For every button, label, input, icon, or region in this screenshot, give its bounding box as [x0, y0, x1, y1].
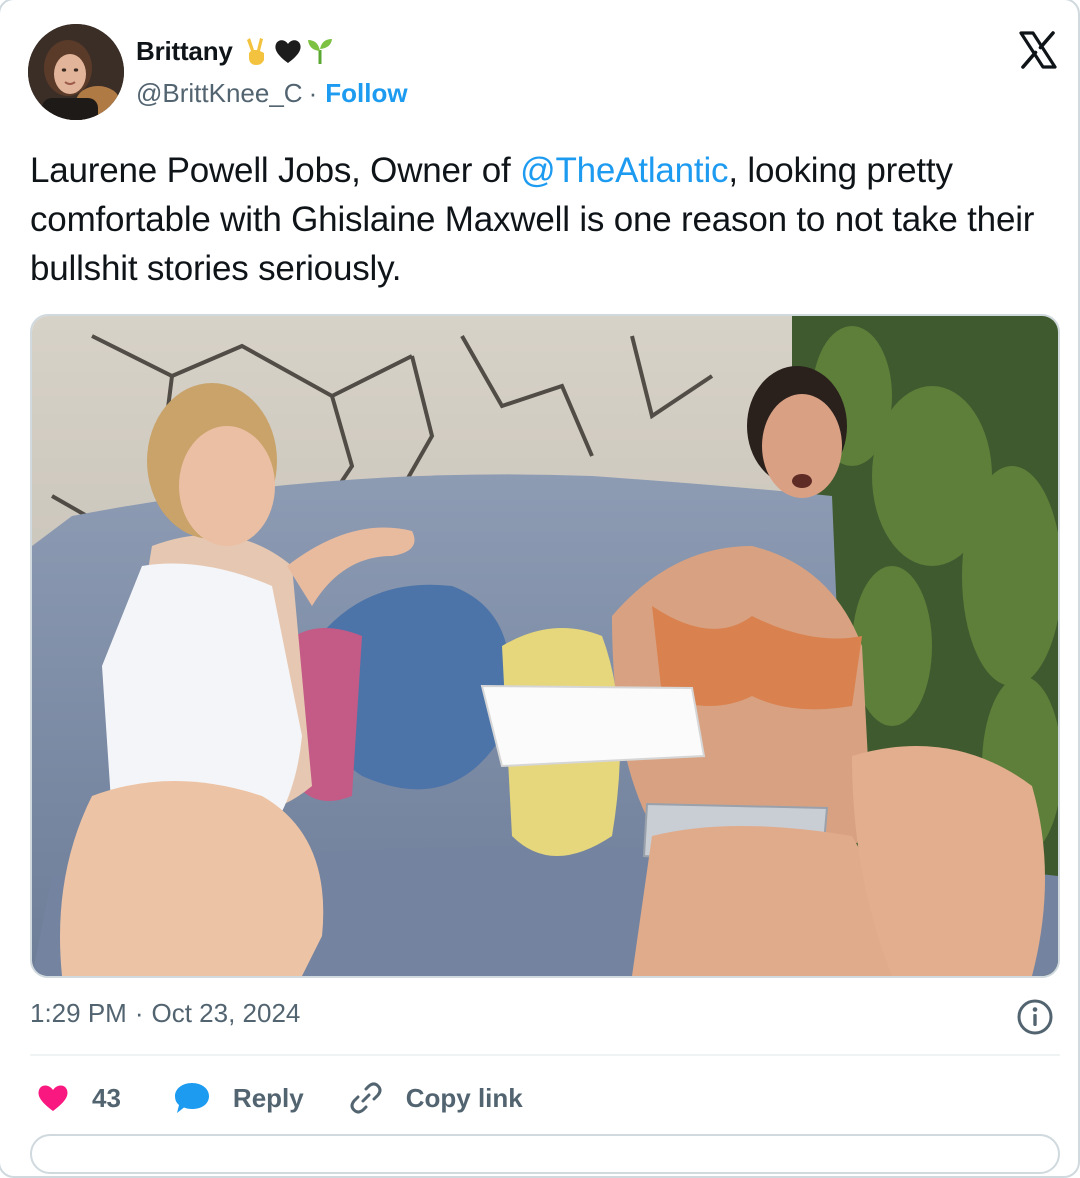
author-handle[interactable]: @BrittKnee_C: [136, 78, 303, 109]
reply-label: Reply: [232, 1082, 304, 1113]
like-button[interactable]: 43: [36, 1083, 121, 1114]
avatar[interactable]: [28, 24, 124, 120]
follow-button[interactable]: Follow: [325, 78, 407, 109]
author-handle-row: @BrittKnee_C · Follow: [136, 78, 408, 109]
link-icon: [348, 1080, 384, 1116]
read-replies-button[interactable]: [30, 1134, 1060, 1174]
victory-hand-emoji: [246, 38, 264, 65]
tweet-date: Oct 23, 2024: [151, 998, 301, 1028]
mention-link[interactable]: @TheAtlantic: [520, 151, 728, 190]
tweet-text: Laurene Powell Jobs, Owner of @TheAtlant…: [30, 146, 1070, 293]
reply-button[interactable]: Reply: [173, 1081, 304, 1115]
tweet-timestamp[interactable]: 1:29 PM · Oct 23, 2024: [30, 998, 300, 1029]
author-display-name[interactable]: Brittany: [136, 36, 233, 67]
action-bar: 43 Reply Copy link: [36, 1078, 523, 1118]
timestamp-separator: ·: [134, 998, 144, 1028]
like-count: 43: [92, 1082, 121, 1113]
handle-separator: ·: [308, 78, 318, 108]
author-name-row[interactable]: Brittany: [136, 34, 335, 68]
photo-image: [32, 316, 1058, 976]
info-icon[interactable]: [1016, 998, 1054, 1036]
x-logo-icon[interactable]: [1018, 30, 1058, 70]
seedling-emoji: [307, 39, 332, 64]
black-heart-emoji: [275, 40, 301, 63]
copy-link-button[interactable]: Copy link: [348, 1080, 523, 1116]
speech-bubble-icon: [173, 1081, 211, 1115]
copy-link-label: Copy link: [405, 1082, 523, 1113]
tweet-text-part: Laurene Powell Jobs, Owner of: [30, 151, 521, 190]
tweet-time: 1:29 PM: [30, 998, 127, 1028]
divider: [30, 1054, 1060, 1056]
avatar-photo: [28, 24, 124, 120]
tweet-photo[interactable]: [30, 314, 1060, 978]
name-emojis: [243, 36, 335, 66]
heart-icon: [36, 1083, 70, 1113]
